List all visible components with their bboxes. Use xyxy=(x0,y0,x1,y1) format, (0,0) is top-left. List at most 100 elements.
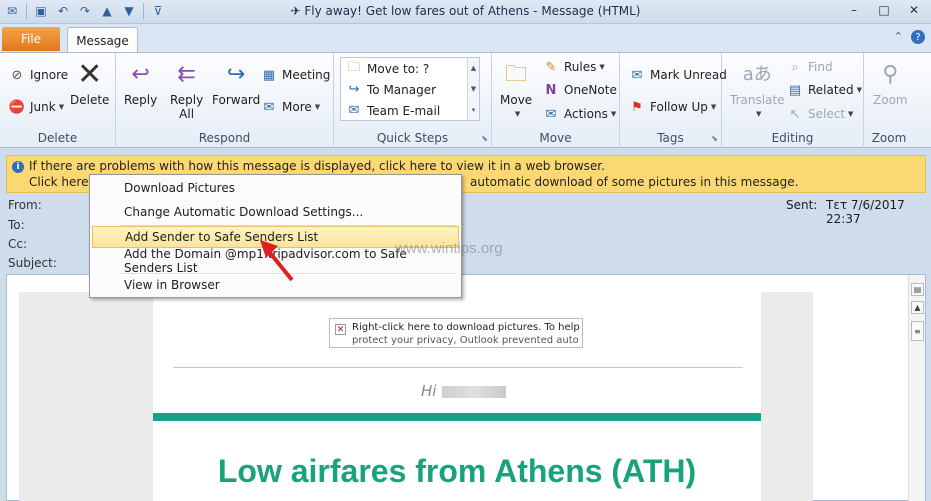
translate-label: Translate xyxy=(730,93,785,107)
rules-button[interactable]: ✎ Rules ▼ xyxy=(542,59,605,75)
quick-steps-scroller[interactable]: ▲ ▼ ▾ xyxy=(467,58,479,120)
group-label-delete: Delete xyxy=(37,131,78,145)
more-respond-button[interactable]: ✉ More ▼ xyxy=(260,99,321,115)
forward-button[interactable]: ↪ Forward xyxy=(212,59,261,108)
tab-row-right: ⌃ ? xyxy=(894,30,925,44)
group-label-editing: Editing xyxy=(771,131,814,145)
meeting-button[interactable]: ▦ Meeting xyxy=(260,67,331,83)
mark-unread-button[interactable]: ✉ Mark Unread xyxy=(628,67,727,83)
translate-button[interactable]: aあ Translate ▼ xyxy=(730,59,785,121)
maximize-button[interactable]: □ xyxy=(869,0,899,20)
team-mail-icon: ✉ xyxy=(348,103,360,118)
group-label-quick-steps: Quick Steps xyxy=(376,131,449,145)
zoom-label: Zoom xyxy=(873,93,908,107)
move-folder-icon: 🗀 xyxy=(505,62,528,87)
chevron-down-icon: ▼ xyxy=(314,103,321,111)
menu-item-change-download-settings[interactable]: Change Automatic Download Settings... xyxy=(92,201,459,223)
reply-all-label-1: Reply xyxy=(170,93,204,107)
related-icon: ▤ xyxy=(788,82,802,98)
to-label: To: xyxy=(8,218,25,232)
quick-step-label: Team E-mail xyxy=(367,103,441,118)
greeting: Hi xyxy=(421,382,507,400)
more-label: More xyxy=(282,100,312,114)
info-icon: i xyxy=(12,161,24,173)
chevron-down-icon: ▼ xyxy=(58,103,65,111)
quick-step-label: To Manager xyxy=(367,82,437,97)
vertical-scrollbar[interactable]: ▤ ▲ ≡ xyxy=(908,275,925,501)
red-arrow-annotation xyxy=(260,240,294,282)
find-label: Find xyxy=(808,60,833,74)
minimize-button[interactable]: – xyxy=(839,0,869,20)
title-bar: ✉ ▣ ↶ ↷ ▲ ▼ ⊽ ✈ Fly away! Get low fares … xyxy=(0,0,931,24)
chevron-down-icon: ▼ xyxy=(848,110,854,118)
scroll-up-icon[interactable]: ▲ xyxy=(471,64,476,72)
flag-icon: ⚑ xyxy=(631,99,643,115)
move-button[interactable]: 🗀 Move ▼ xyxy=(500,59,532,121)
select-label: Select xyxy=(808,107,846,121)
onenote-label: OneNote xyxy=(564,83,617,97)
close-button[interactable]: ✕ xyxy=(899,0,929,20)
group-label-move: Move xyxy=(539,131,572,145)
group-label-respond: Respond xyxy=(198,131,251,145)
menu-item-download-pictures[interactable]: Download Pictures xyxy=(92,177,459,199)
sent-value: Τετ 7/6/2017 22:37 xyxy=(826,198,905,226)
info-bar-line-1[interactable]: If there are problems with how this mess… xyxy=(29,159,605,173)
find-button[interactable]: ⌕ Find xyxy=(786,59,833,75)
sent-label: Sent: xyxy=(786,198,818,212)
reply-button[interactable]: ↩ Reply xyxy=(124,59,157,108)
group-delete: ⊘ Ignore ⛔ Junk ▼ ✕ Delete Delete xyxy=(0,53,116,148)
folder-arrow-icon: 🗀 xyxy=(347,59,361,75)
group-respond: ↩ Reply ⇇ Reply All ↪ Forward ▦ Meeting … xyxy=(116,53,334,148)
help-icon[interactable]: ? xyxy=(911,30,925,44)
onenote-button[interactable]: N OneNote xyxy=(542,82,617,98)
scroll-up-icon[interactable]: ▲ xyxy=(911,301,924,314)
dialog-launcher-icon[interactable]: ⬊ xyxy=(481,134,488,143)
reply-all-button[interactable]: ⇇ Reply All xyxy=(170,59,204,122)
chevron-down-icon: ▼ xyxy=(756,110,762,118)
delete-button[interactable]: ✕ Delete xyxy=(70,57,109,108)
follow-up-label: Follow Up xyxy=(650,100,708,114)
tab-file[interactable]: File xyxy=(2,27,60,51)
select-arrow-icon: ↖ xyxy=(789,106,801,122)
info-bar-line-2-end[interactable]: automatic download of some pictures in t… xyxy=(470,175,798,189)
zoom-button[interactable]: ⚲ Zoom xyxy=(873,59,908,108)
group-label-zoom: Zoom xyxy=(871,131,907,145)
expand-gallery-icon[interactable]: ▾ xyxy=(472,106,476,114)
quick-step-label: Move to: ? xyxy=(367,61,430,76)
page-icon[interactable]: ▤ xyxy=(911,283,924,296)
info-bar-line-2-start[interactable]: Click here t xyxy=(29,175,97,189)
junk-label: Junk xyxy=(30,100,56,114)
quick-step-to-manager[interactable]: ↪ To Manager xyxy=(341,79,479,100)
tab-message[interactable]: Message xyxy=(67,27,138,53)
blurred-name xyxy=(442,385,507,398)
message-body: ✕ Right-click here to download pictures.… xyxy=(6,274,926,501)
scroll-down-icon[interactable]: ▼ xyxy=(471,85,476,93)
follow-up-button[interactable]: ⚑ Follow Up ▼ xyxy=(628,99,716,115)
cc-label: Cc: xyxy=(8,237,28,251)
ignore-icon: ⊘ xyxy=(11,67,23,83)
group-move: 🗀 Move ▼ ✎ Rules ▼ N OneNote ✉ Actions ▼… xyxy=(492,53,620,148)
related-button[interactable]: ▤ Related ▼ xyxy=(786,82,862,98)
chevron-down-icon: ▼ xyxy=(710,103,717,111)
forward-mail-icon: ↪ xyxy=(348,82,360,97)
quick-step-move-to[interactable]: 🗀 Move to: ? xyxy=(341,58,479,79)
broken-image-icon: ✕ xyxy=(335,324,346,335)
actions-button[interactable]: ✉ Actions ▼ xyxy=(542,106,617,122)
forward-label: Forward xyxy=(212,93,261,107)
dialog-launcher-icon[interactable]: ⬊ xyxy=(711,134,718,143)
collapse-ribbon-icon[interactable]: ⌃ xyxy=(894,30,903,44)
quick-step-team-email[interactable]: ✉ Team E-mail xyxy=(341,100,479,121)
blocked-image-placeholder[interactable]: ✕ Right-click here to download pictures.… xyxy=(329,318,583,348)
more-icon: ✉ xyxy=(263,99,275,115)
select-button[interactable]: ↖ Select ▼ xyxy=(786,106,854,122)
email-divider xyxy=(173,367,743,368)
ignore-label: Ignore xyxy=(30,68,69,82)
ignore-button[interactable]: ⊘ Ignore xyxy=(8,67,69,83)
window-controls: – □ ✕ xyxy=(839,0,929,20)
magnifier-icon: ⚲ xyxy=(882,62,899,87)
junk-button[interactable]: ⛔ Junk ▼ xyxy=(8,99,64,115)
scroll-thumb[interactable]: ≡ xyxy=(911,321,924,341)
delete-x-icon: ✕ xyxy=(77,57,103,92)
greeting-text: Hi xyxy=(421,382,437,400)
mark-unread-icon: ✉ xyxy=(631,67,643,83)
